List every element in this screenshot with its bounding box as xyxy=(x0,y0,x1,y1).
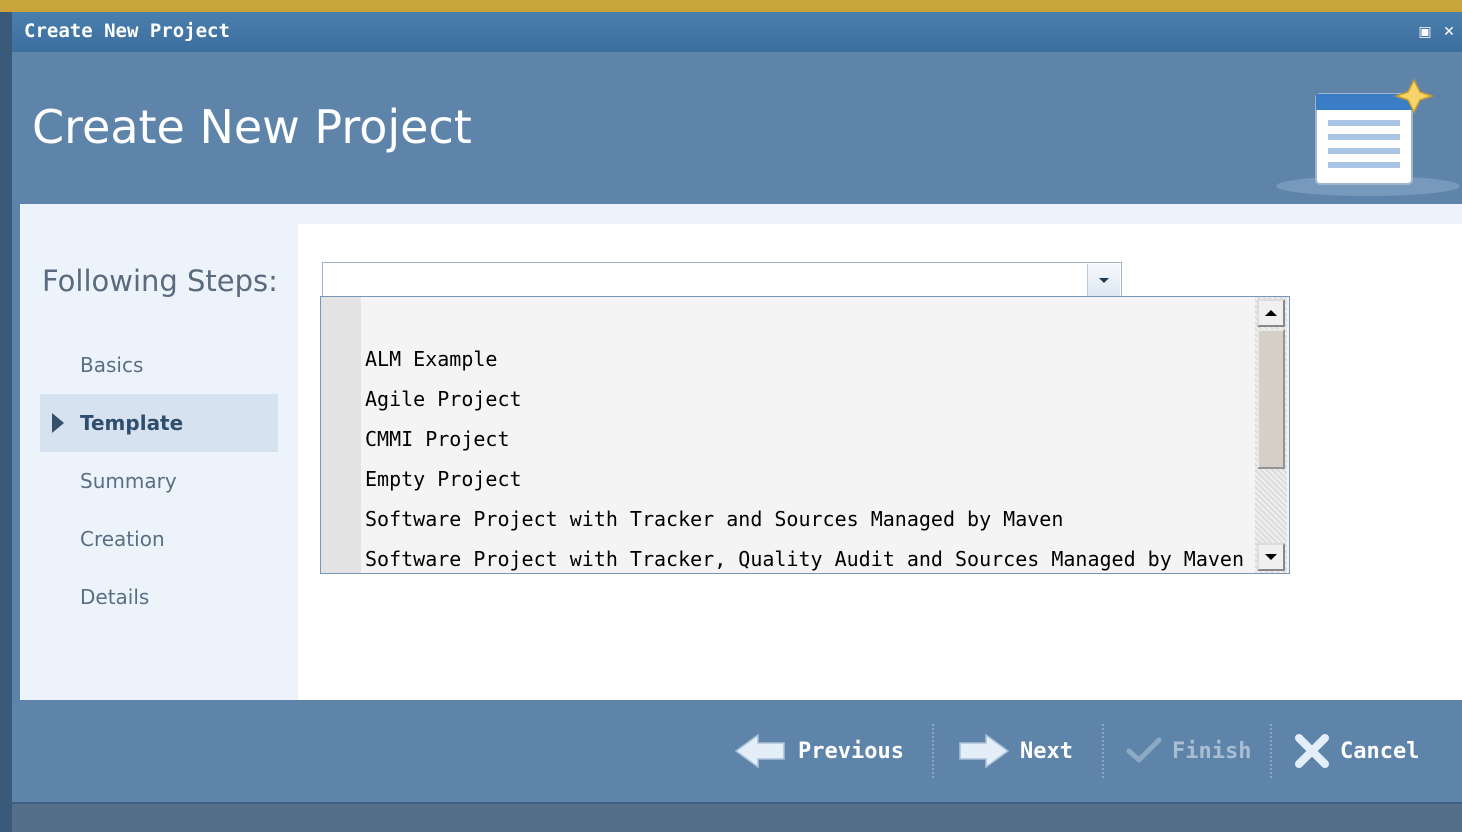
window-title: Create New Project xyxy=(24,20,230,42)
list-item-software-project-quality-maven[interactable]: Software Project with Tracker, Quality A… xyxy=(365,539,1244,579)
arrow-right-icon xyxy=(959,733,1010,769)
project-document-icon xyxy=(1276,78,1460,196)
dialog-header: Create New Project xyxy=(12,52,1462,204)
scroll-up-button[interactable] xyxy=(1257,299,1285,327)
next-button[interactable]: Next xyxy=(956,728,1073,774)
dropdown-toggle-button[interactable] xyxy=(1087,264,1120,296)
chevron-down-icon xyxy=(1099,277,1109,283)
list-item-software-project-maven[interactable]: Software Project with Tracker and Source… xyxy=(365,499,1063,539)
scroll-down-button[interactable] xyxy=(1257,543,1285,571)
dialog-content: Following Steps: Basics Template Summary… xyxy=(20,204,1462,700)
step-creation: Creation xyxy=(40,510,278,568)
footer-divider xyxy=(1102,724,1104,778)
dialog-footer: Previous Next Finish Cancel xyxy=(12,700,1462,804)
dialog-window: Create New Project ▣ ✕ Create New Projec… xyxy=(12,12,1462,832)
step-label: Template xyxy=(80,411,184,435)
list-item-agile-project[interactable]: Agile Project xyxy=(365,379,522,419)
steps-title: Following Steps: xyxy=(42,264,278,298)
cancel-button[interactable]: Cancel xyxy=(1294,728,1419,774)
list-item-alm-example[interactable]: ALM Example xyxy=(365,339,497,379)
scrollbar[interactable] xyxy=(1255,297,1287,573)
footer-divider xyxy=(932,724,934,778)
step-details: Details xyxy=(40,568,278,626)
scrollbar-thumb[interactable] xyxy=(1257,329,1285,469)
title-bar[interactable]: Create New Project ▣ ✕ xyxy=(12,12,1462,53)
step-label: Details xyxy=(80,585,150,609)
arrow-up-icon xyxy=(1265,310,1277,316)
step-label: Summary xyxy=(80,469,177,493)
step-label: Basics xyxy=(80,353,144,377)
page-title: Create New Project xyxy=(32,100,472,154)
finish-button[interactable]: Finish xyxy=(1126,728,1251,774)
current-step-arrow-icon xyxy=(52,413,64,433)
step-basics: Basics xyxy=(40,336,278,394)
footer-divider xyxy=(1270,724,1272,778)
list-gutter xyxy=(321,297,361,573)
restore-icon[interactable]: ▣ xyxy=(1416,22,1434,42)
arrow-left-icon xyxy=(734,733,785,769)
previous-label: Previous xyxy=(798,738,904,764)
previous-button[interactable]: Previous xyxy=(734,728,904,774)
list-item-cmmi-project[interactable]: CMMI Project xyxy=(365,419,510,459)
finish-label: Finish xyxy=(1172,738,1252,764)
cancel-label: Cancel xyxy=(1340,738,1420,764)
cancel-x-icon xyxy=(1295,734,1329,768)
background-edge xyxy=(0,0,1462,12)
next-label: Next xyxy=(1020,738,1073,764)
status-strip xyxy=(12,804,1462,832)
template-select[interactable] xyxy=(322,262,1122,298)
template-dropdown-list[interactable]: ALM Example Agile Project CMMI Project E… xyxy=(320,296,1290,574)
step-summary: Summary xyxy=(40,452,278,510)
checkmark-icon xyxy=(1126,737,1162,763)
list-item-empty-project[interactable]: Empty Project xyxy=(365,459,522,499)
step-label: Creation xyxy=(80,527,165,551)
arrow-down-icon xyxy=(1265,554,1277,560)
step-template: Template xyxy=(40,394,278,452)
close-icon[interactable]: ✕ xyxy=(1440,22,1458,42)
